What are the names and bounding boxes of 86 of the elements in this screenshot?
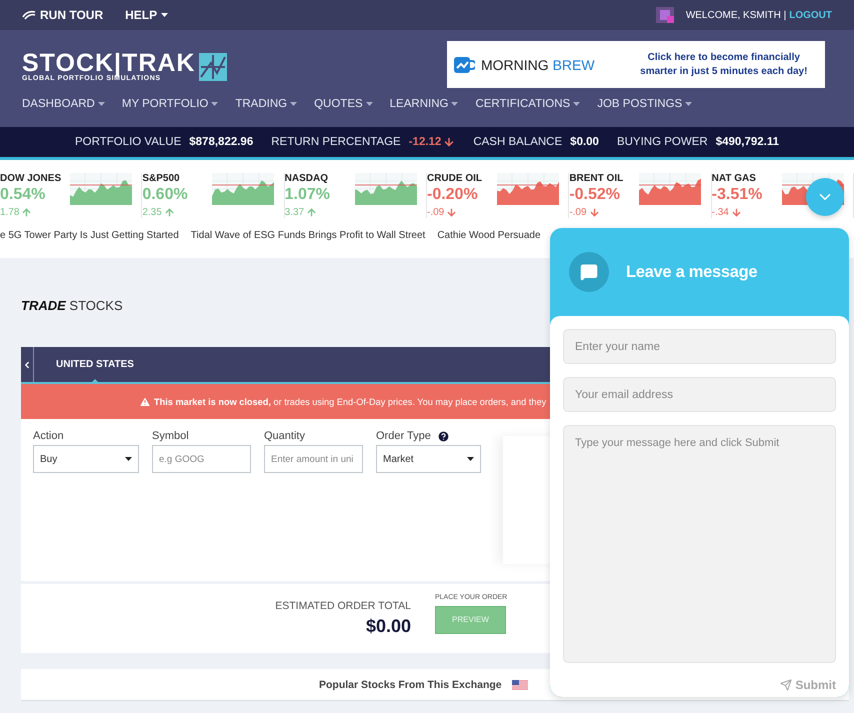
stat-value: $878,822.96 <box>189 136 254 148</box>
ticker-name: BRENT OIL <box>569 173 624 184</box>
field-label: Symbol <box>152 430 189 442</box>
caret-icon <box>290 102 298 106</box>
ticker-name: DOW JONES <box>0 173 62 184</box>
order-total-label: ESTIMATED ORDER TOTAL <box>275 600 411 612</box>
ticker-change: 1.78 <box>0 207 20 218</box>
logo-text: STOCK|TRAK <box>22 51 196 75</box>
stat-label: RETURN PERCENTAGE <box>271 136 401 148</box>
sparkline <box>212 173 274 205</box>
nav-menu[interactable]: MY PORTFOLIO <box>122 98 218 110</box>
ticker-change: 2.35 <box>142 207 162 218</box>
ticker-percent: -0.20% <box>426 186 479 204</box>
chat-title: Leave a message <box>626 262 758 282</box>
section-title: Popular Stocks From This Exchange <box>319 678 502 690</box>
nav-menu[interactable]: QUOTES <box>314 98 373 110</box>
caret-icon <box>467 457 474 461</box>
run-tour-link[interactable]: RUN TOUR <box>22 8 104 22</box>
ad-banner[interactable]: MORNING BREW Click here to become financially smarter in just 5 minutes each day! <box>447 41 825 88</box>
warning-icon <box>139 396 151 408</box>
nav-menu[interactable]: CERTIFICATIONS <box>475 98 580 110</box>
stat-label: PORTFOLIO VALUE <box>74 136 182 148</box>
field-label: Action <box>33 430 64 442</box>
field-label: Quantity <box>264 430 305 442</box>
ticker-percent: 1.07% <box>284 186 332 204</box>
help-icon[interactable] <box>436 430 450 442</box>
help-menu[interactable]: HELP <box>125 8 168 22</box>
ticker-percent: -0.52% <box>569 186 622 204</box>
sparkline <box>496 173 559 205</box>
message-field[interactable]: Type your message here and click Submit <box>563 425 836 663</box>
ticker-percent: 0.60% <box>142 186 189 204</box>
stat-label: CASH BALANCE <box>473 136 562 148</box>
ticker-percent: -3.51% <box>712 186 764 204</box>
news-headline[interactable]: Cathie Wood Persuade <box>437 230 541 241</box>
caret-icon <box>98 102 105 106</box>
chevron-left-icon <box>22 360 32 370</box>
ticker-change: -.09 <box>569 207 587 218</box>
ticker-change: 3.37 <box>284 207 304 218</box>
select-field[interactable]: Buy <box>33 445 139 473</box>
caret-icon <box>161 13 168 17</box>
select-field[interactable]: Market <box>376 445 481 473</box>
email-field[interactable]: Your email address <box>563 377 836 412</box>
caret-icon <box>125 457 132 461</box>
ticker-change: -.09 <box>426 207 444 218</box>
welcome-text: WELCOME, KSMITH | <box>686 10 786 20</box>
send-icon <box>780 679 792 691</box>
input-field[interactable]: e.g GOOG <box>152 445 251 473</box>
caret-icon <box>366 102 373 106</box>
nav-menu[interactable]: DASHBOARD <box>22 98 105 110</box>
ticker-name: NAT GAS <box>712 173 757 184</box>
stat-value: $0.00 <box>570 136 599 148</box>
caret-icon <box>211 102 218 106</box>
caret-icon <box>451 102 458 106</box>
arrow-down-icon <box>443 136 456 148</box>
caret-icon <box>685 102 692 106</box>
sparkline <box>70 173 132 205</box>
ticker-name: CRUDE OIL <box>426 173 483 184</box>
stat-value: -12.12 <box>408 136 442 148</box>
caret-icon <box>573 102 580 106</box>
alert-message: This market is now closed, or trades using End-Of-Day prices. You may place orders, and they <box>154 396 546 406</box>
stat-label: BUYING POWER <box>616 136 708 148</box>
order-total-value: $0.00 <box>366 616 411 637</box>
chat-icon <box>569 252 609 292</box>
sparkline <box>354 173 417 205</box>
nav-menu[interactable]: TRADING <box>235 98 298 110</box>
news-headline[interactable]: e 5G Tower Party Is Just Getting Started <box>0 230 179 241</box>
tour-icon <box>22 10 36 20</box>
ticker-change: -.34 <box>712 207 729 218</box>
stat-value: $490,792.11 <box>716 136 780 148</box>
logout-link[interactable]: LOGOUT <box>789 10 832 20</box>
input-field[interactable]: Enter amount in uni <box>264 445 363 473</box>
news-headline[interactable]: Tidal Wave of ESG Funds Brings Profit to Wall Street <box>190 230 426 241</box>
logo-icon <box>199 52 228 80</box>
ticker-name: S&P500 <box>142 173 181 184</box>
ticker-percent: 0.54% <box>0 186 46 204</box>
nav-menu[interactable]: JOB POSTINGS <box>597 98 692 110</box>
field-label: Order Type <box>376 430 431 442</box>
flag-icon <box>512 680 528 690</box>
ticker-name: NASDAQ <box>284 173 329 184</box>
avatar-icon <box>654 5 676 25</box>
name-field[interactable]: Enter your name <box>563 329 836 364</box>
nav-menu[interactable]: LEARNING <box>390 98 458 110</box>
sparkline <box>639 173 702 205</box>
page-title: TRADE STOCKS <box>21 298 124 313</box>
market-tab[interactable]: UNITED STATES <box>34 347 156 382</box>
mug-icon <box>453 54 475 74</box>
